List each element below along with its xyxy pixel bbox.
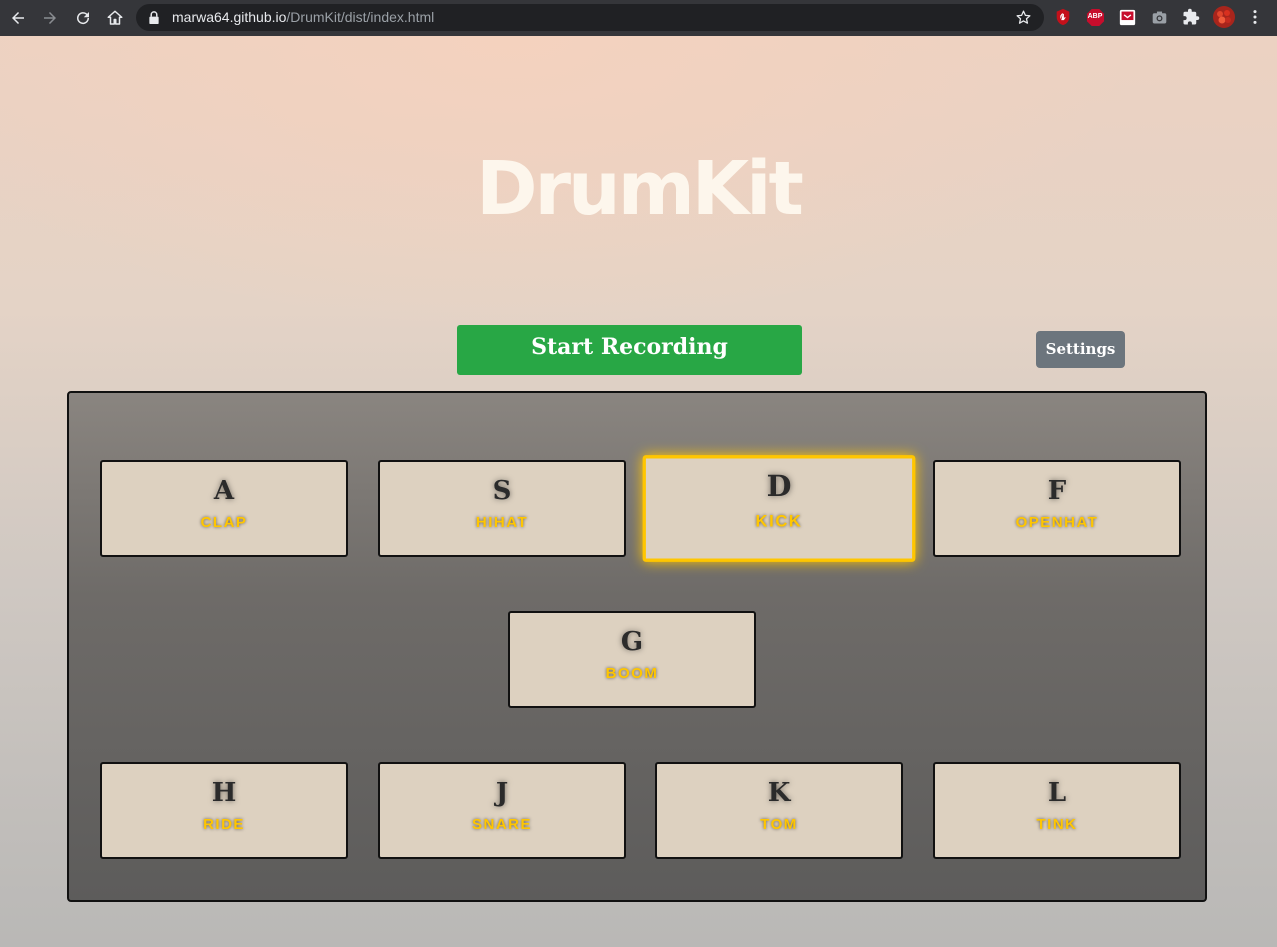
- key-letter: L: [1047, 778, 1067, 808]
- page-title: DrumKit: [476, 146, 804, 232]
- extension-pocket-icon[interactable]: [1117, 7, 1137, 27]
- drum-key-f[interactable]: F OPENHAT: [933, 460, 1181, 557]
- drum-key-h[interactable]: H RIDE: [100, 762, 348, 859]
- url-host: marwa64.github.io: [172, 9, 287, 25]
- key-sound: OPENHAT: [1015, 514, 1099, 531]
- drum-key-g[interactable]: G BOOM: [508, 611, 756, 708]
- key-sound: TINK: [1036, 816, 1078, 833]
- key-letter: K: [767, 778, 791, 808]
- page-body: DrumKit Start Recording Settings A CLAP …: [0, 36, 1277, 947]
- extension-ublock-icon[interactable]: [1053, 7, 1073, 27]
- key-sound: TOM: [760, 816, 798, 833]
- extension-abp-icon[interactable]: ABP: [1085, 7, 1105, 27]
- reload-icon[interactable]: [71, 6, 95, 30]
- drum-key-j[interactable]: J SNARE: [378, 762, 626, 859]
- key-letter: D: [766, 470, 792, 504]
- key-letter: A: [213, 476, 235, 506]
- profile-avatar-icon[interactable]: [1212, 5, 1236, 29]
- address-bar[interactable]: marwa64.github.io/DrumKit/dist/index.htm…: [136, 4, 1044, 31]
- lock-icon: [149, 11, 159, 24]
- abp-label: ABP: [1087, 13, 1103, 20]
- key-letter: S: [492, 476, 512, 506]
- drum-key-a[interactable]: A CLAP: [100, 460, 348, 557]
- home-icon[interactable]: [103, 6, 127, 30]
- drum-key-d[interactable]: D KICK: [642, 455, 916, 562]
- drum-key-s[interactable]: S HIHAT: [378, 460, 626, 557]
- start-recording-button[interactable]: Start Recording: [457, 325, 802, 375]
- settings-button[interactable]: Settings: [1036, 331, 1125, 368]
- key-sound: HIHAT: [475, 514, 529, 531]
- key-letter: F: [1047, 476, 1067, 506]
- key-sound: BOOM: [605, 665, 659, 682]
- back-icon[interactable]: [6, 6, 30, 30]
- drum-key-k[interactable]: K TOM: [655, 762, 903, 859]
- key-sound: KICK: [755, 512, 803, 532]
- key-letter: G: [620, 627, 644, 657]
- forward-icon[interactable]: [38, 6, 62, 30]
- menu-kebab-icon[interactable]: [1245, 7, 1265, 27]
- drum-keys-board: A CLAP S HIHAT D KICK F OPENHAT G BOOM H…: [67, 391, 1207, 902]
- key-sound: RIDE: [203, 816, 245, 833]
- extensions-puzzle-icon[interactable]: [1181, 7, 1201, 27]
- key-sound: CLAP: [200, 514, 248, 531]
- extension-camera-icon[interactable]: [1149, 7, 1169, 27]
- key-sound: SNARE: [471, 816, 532, 833]
- key-letter: H: [211, 778, 237, 808]
- drum-key-l[interactable]: L TINK: [933, 762, 1181, 859]
- url-path: /DrumKit/dist/index.html: [286, 9, 435, 25]
- bookmark-star-icon[interactable]: [1015, 9, 1032, 26]
- key-letter: J: [495, 778, 509, 808]
- browser-toolbar: marwa64.github.io/DrumKit/dist/index.htm…: [0, 0, 1277, 36]
